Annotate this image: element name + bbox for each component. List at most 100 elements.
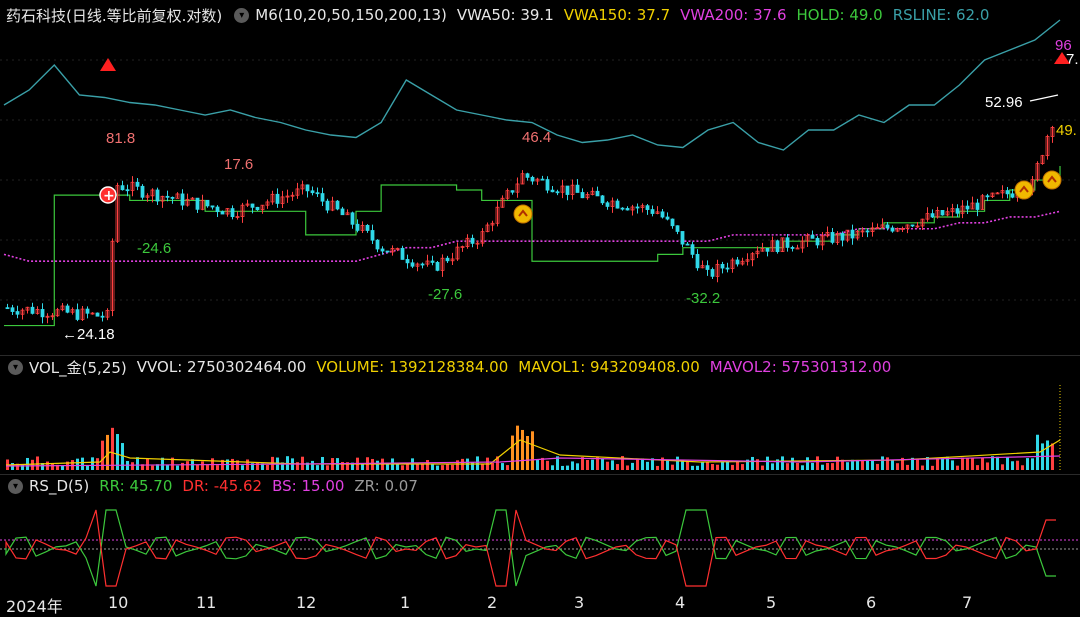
- candle-body: [605, 202, 610, 207]
- volume-bar: [836, 456, 839, 470]
- x-tick-label: 12: [296, 593, 317, 612]
- volume-bar: [111, 427, 114, 470]
- chart-stage: 81.8 17.6 46.4 -24.6 -27.6 -32.2 ←24.18 52.96 96…: [0, 0, 1080, 616]
- volume-bar: [601, 458, 604, 470]
- candle-body: [320, 193, 325, 202]
- volume-bar: [616, 464, 619, 470]
- volume-bar: [1011, 461, 1014, 470]
- volume-bar: [606, 461, 609, 470]
- candle-body: [785, 237, 790, 248]
- volume-bar: [401, 465, 404, 470]
- candle-body: [765, 248, 770, 252]
- volume-bar: [611, 460, 614, 470]
- dr-series: [5, 509, 1056, 587]
- candle-body: [985, 195, 990, 198]
- volume-bar: [506, 465, 509, 470]
- candle-body: [220, 211, 225, 215]
- candle-body: [100, 315, 105, 318]
- candle-body: [155, 189, 160, 202]
- candle-body: [680, 231, 685, 245]
- volume-bar: [576, 463, 579, 470]
- candle-body: [120, 185, 125, 191]
- candle-body: [310, 190, 315, 194]
- indicator-value: ZR: 0.07: [354, 477, 418, 495]
- volume-bar: [961, 457, 964, 470]
- volume-bar: [976, 465, 979, 470]
- candle-body: [405, 259, 410, 264]
- candle-body: [430, 260, 435, 263]
- volume-bar: [206, 465, 209, 470]
- volume-bar: [931, 465, 934, 470]
- chart-annotation: -32.2: [686, 290, 720, 307]
- candle-body: [885, 224, 890, 229]
- candle-body: [445, 257, 450, 262]
- volume-bar: [656, 465, 659, 470]
- x-tick-label: 4: [675, 593, 686, 612]
- volume-bar: [86, 465, 89, 470]
- volume-bar: [376, 460, 379, 470]
- volume-bar: [726, 461, 729, 470]
- volume-bar: [581, 457, 584, 470]
- volume-bar: [1016, 460, 1019, 470]
- candle-body: [545, 179, 550, 191]
- volume-bar: [571, 461, 574, 470]
- candle-body: [660, 211, 665, 218]
- candle-body: [725, 267, 730, 270]
- candle-body: [540, 178, 545, 181]
- candle-body: [385, 250, 390, 253]
- indicator-value: DR: -45.62: [182, 477, 263, 495]
- rs-header: ▾ RS_D(5) RR: 45.70 DR: -45.62 BS: 15.00 ZR…: [6, 475, 428, 497]
- x-tick-label: 3: [574, 593, 585, 612]
- candle-body: [930, 213, 935, 218]
- candle-body: [695, 253, 700, 269]
- candle-body: [1005, 190, 1010, 195]
- volume-bar: [971, 458, 974, 470]
- candle-body: [140, 185, 145, 198]
- volume-bar: [821, 464, 824, 470]
- candle-body: [530, 176, 535, 182]
- volume-bar: [951, 460, 954, 470]
- volume-bar: [516, 425, 519, 470]
- volume-bar: [766, 456, 769, 470]
- volume-bar: [421, 464, 424, 470]
- candle-body: [595, 190, 600, 197]
- volume-bar: [676, 456, 679, 470]
- volume-bar: [996, 456, 999, 470]
- volume-bar: [861, 460, 864, 470]
- candle-body: [675, 225, 680, 232]
- volume-bar: [731, 464, 734, 470]
- volume-bar: [551, 465, 554, 470]
- candle-body: [790, 247, 795, 249]
- vol-indicators: VVOL: 2750302464.00 VOLUME: 1392128384.00…: [137, 358, 902, 376]
- candle-body: [215, 206, 220, 213]
- volume-bar: [846, 462, 849, 470]
- volume-bar: [426, 460, 429, 470]
- volume-bar: [1031, 458, 1034, 470]
- volume-bar: [526, 436, 529, 470]
- collapse-toggle-icon[interactable]: ▾: [8, 359, 23, 375]
- candle-body: [315, 192, 320, 195]
- volume-bar: [36, 456, 39, 470]
- volume-bar: [491, 462, 494, 470]
- volume-bar: [816, 456, 819, 470]
- volume-bar: [921, 465, 924, 470]
- volume-bar: [716, 464, 719, 470]
- collapse-toggle-icon[interactable]: ▾: [8, 478, 23, 494]
- candle-body: [965, 205, 970, 210]
- candle-body: [435, 262, 440, 271]
- collapse-toggle-icon[interactable]: ▾: [234, 7, 250, 23]
- chart-annotation: 52.96: [985, 94, 1023, 111]
- volume-bar: [501, 463, 504, 470]
- volume-bar: [626, 465, 629, 470]
- volume-bar: [986, 462, 989, 470]
- volume-bar: [876, 463, 879, 470]
- candle-body: [10, 307, 15, 312]
- volume-bar: [31, 459, 34, 470]
- up-signal-icon: [1014, 180, 1034, 200]
- candle-body: [210, 205, 215, 208]
- candle-body: [580, 192, 585, 199]
- candle-body: [525, 173, 530, 178]
- volume-bar: [521, 429, 524, 470]
- indicator-value: RR: 45.70: [99, 477, 173, 495]
- volume-bar: [131, 462, 134, 470]
